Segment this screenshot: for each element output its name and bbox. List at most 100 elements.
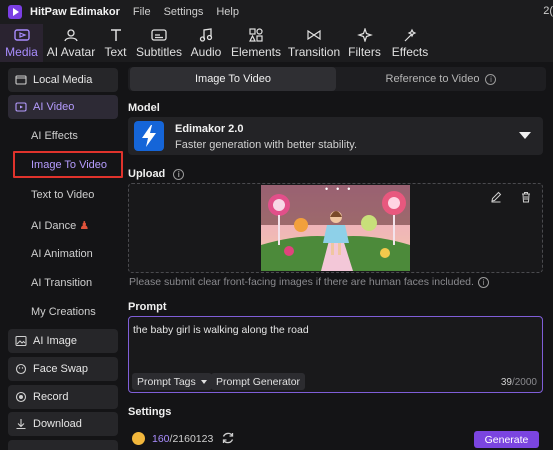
settings-label: Settings — [128, 406, 172, 418]
sidebar-item-label: AI Video — [33, 101, 75, 113]
credit-balance: 160/2160123 — [152, 433, 213, 445]
tab-subtitles-label: Subtitles — [135, 45, 183, 59]
sidebar-item-label: AI Image — [33, 335, 78, 347]
title-right-text: 2( — [543, 5, 553, 17]
coin-icon — [132, 432, 145, 445]
sidebar-item-record[interactable]: Record — [8, 385, 118, 409]
generate-button[interactable]: Generate — [474, 431, 539, 448]
sidebar: Local Media AI Video AI Effects Image To… — [0, 62, 124, 450]
sidebar-sub-text-to-video[interactable]: Text to Video — [31, 189, 94, 201]
char-max: /2000 — [511, 377, 537, 388]
tab-subtitles[interactable]: Subtitles — [132, 24, 186, 62]
tab-effects-label: Effects — [391, 45, 429, 59]
menu-file[interactable]: File — [133, 6, 151, 18]
sidebar-sub-ai-effects[interactable]: AI Effects — [31, 130, 78, 142]
folder-icon — [15, 74, 27, 86]
lightning-icon — [134, 121, 164, 151]
sidebar-item-label: Face Swap — [33, 363, 89, 375]
highlight-box — [13, 151, 123, 178]
trash-icon[interactable] — [520, 191, 532, 206]
credits-used: 160 — [152, 433, 170, 445]
caret-down-icon — [200, 379, 207, 384]
filters-icon — [356, 27, 373, 43]
tab-effects[interactable]: Effects — [387, 24, 433, 62]
sidebar-item-ai-video[interactable]: AI Video — [8, 95, 118, 119]
info-icon[interactable]: i — [485, 73, 497, 85]
sidebar-item-face-swap[interactable]: Face Swap — [8, 357, 118, 381]
tab-transition[interactable]: Transition — [286, 24, 342, 62]
chevron-down-icon[interactable] — [519, 132, 531, 139]
sidebar-sub-ai-transition[interactable]: AI Transition — [31, 277, 92, 289]
char-count: 39 — [500, 377, 512, 388]
uploaded-image — [261, 185, 410, 271]
sidebar-sub-label: AI Dance — [31, 220, 77, 232]
tab-text-label: Text — [104, 45, 127, 59]
mode-tabs: Image To Video Reference to Video i — [128, 67, 546, 91]
download-icon — [15, 418, 27, 430]
ai-video-icon — [15, 101, 27, 113]
upload-label: Upload i — [128, 168, 185, 180]
model-select[interactable]: Edimakor 2.0 Faster generation with bett… — [128, 117, 543, 155]
media-icon — [13, 28, 30, 42]
tab-media[interactable]: Media — [0, 24, 43, 62]
sidebar-item-ai-image[interactable]: AI Image — [8, 329, 118, 353]
tab-text[interactable]: Text — [99, 24, 132, 62]
image-page-dots: ••• — [325, 184, 359, 194]
menu-help[interactable]: Help — [216, 6, 239, 18]
upload-hint-text: Please submit clear front-facing images … — [129, 276, 474, 288]
char-counter: 39/2000 — [501, 377, 537, 388]
tab-audio-label: Audio — [190, 45, 222, 59]
info-icon[interactable]: i — [477, 277, 489, 288]
generate-bar: 160/2160123 Generate — [128, 428, 543, 450]
prompt-label: Prompt — [128, 301, 167, 313]
prompt-tags-button[interactable]: Prompt Tags — [132, 373, 212, 390]
tab-audio[interactable]: Audio — [186, 24, 226, 62]
info-icon[interactable]: i — [173, 169, 185, 180]
prompt-generator-button[interactable]: Prompt Generator — [211, 373, 306, 390]
tab-transition-label: Transition — [287, 45, 341, 59]
main-toolbar: Media AI Avatar Text Subtitles Audio Ele… — [0, 24, 553, 62]
edit-icon[interactable] — [490, 191, 502, 206]
sidebar-sub-ai-dance[interactable]: AI Dance ♟ — [31, 219, 89, 232]
prompt-generator-label: Prompt Generator — [216, 375, 301, 388]
tab-filters-label: Filters — [348, 45, 381, 59]
upload-hint: Please submit clear front-facing images … — [129, 276, 489, 288]
model-label: Model — [128, 102, 160, 114]
menu-settings[interactable]: Settings — [164, 6, 204, 18]
image-icon — [15, 335, 27, 347]
sidebar-item-download[interactable]: Download — [8, 412, 118, 436]
prompt-tags-label: Prompt Tags — [137, 375, 196, 388]
prompt-textarea[interactable]: the baby girl is walking along the road … — [128, 316, 543, 393]
ai-avatar-icon — [63, 28, 79, 42]
text-icon — [108, 28, 124, 42]
sidebar-item-label: Record — [33, 391, 69, 403]
upload-dropzone[interactable]: ••• — [128, 183, 543, 273]
sidebar-item-label: Download — [33, 418, 82, 430]
title-bar: HitPaw Edimakor File Settings Help 2( — [0, 0, 553, 24]
main-panel: Image To Video Reference to Video i Mode… — [124, 62, 553, 450]
generate-label: Generate — [484, 433, 529, 446]
tab-label: Image To Video — [194, 73, 272, 85]
tab-ai-avatar[interactable]: AI Avatar — [43, 24, 99, 62]
prompt-text[interactable]: the baby girl is walking along the road — [133, 324, 309, 336]
tab-ai-avatar-label: AI Avatar — [46, 45, 96, 59]
model-description: Faster generation with better stability. — [175, 139, 357, 151]
app-name: HitPaw Edimakor — [30, 6, 120, 18]
tab-image-to-video[interactable]: Image To Video — [130, 67, 336, 91]
sidebar-item-local-media[interactable]: Local Media — [8, 68, 118, 92]
sidebar-item-label: Local Media — [33, 74, 93, 86]
sidebar-sub-my-creations[interactable]: My Creations — [31, 306, 96, 318]
tab-media-label: Media — [5, 45, 38, 59]
model-name: Edimakor 2.0 — [175, 123, 244, 135]
tab-reference-to-video[interactable]: Reference to Video i — [338, 67, 544, 91]
refresh-icon[interactable] — [221, 431, 235, 445]
tab-filters[interactable]: Filters — [342, 24, 387, 62]
elements-icon — [248, 28, 264, 42]
app-logo-icon — [8, 5, 22, 19]
sidebar-sub-ai-animation[interactable]: AI Animation — [31, 248, 93, 260]
sidebar-item-partial[interactable] — [8, 440, 118, 450]
tab-elements[interactable]: Elements — [226, 24, 286, 62]
upload-label-text: Upload — [128, 168, 166, 180]
dance-emoji-icon: ♟ — [79, 220, 90, 232]
audio-icon — [198, 28, 214, 42]
